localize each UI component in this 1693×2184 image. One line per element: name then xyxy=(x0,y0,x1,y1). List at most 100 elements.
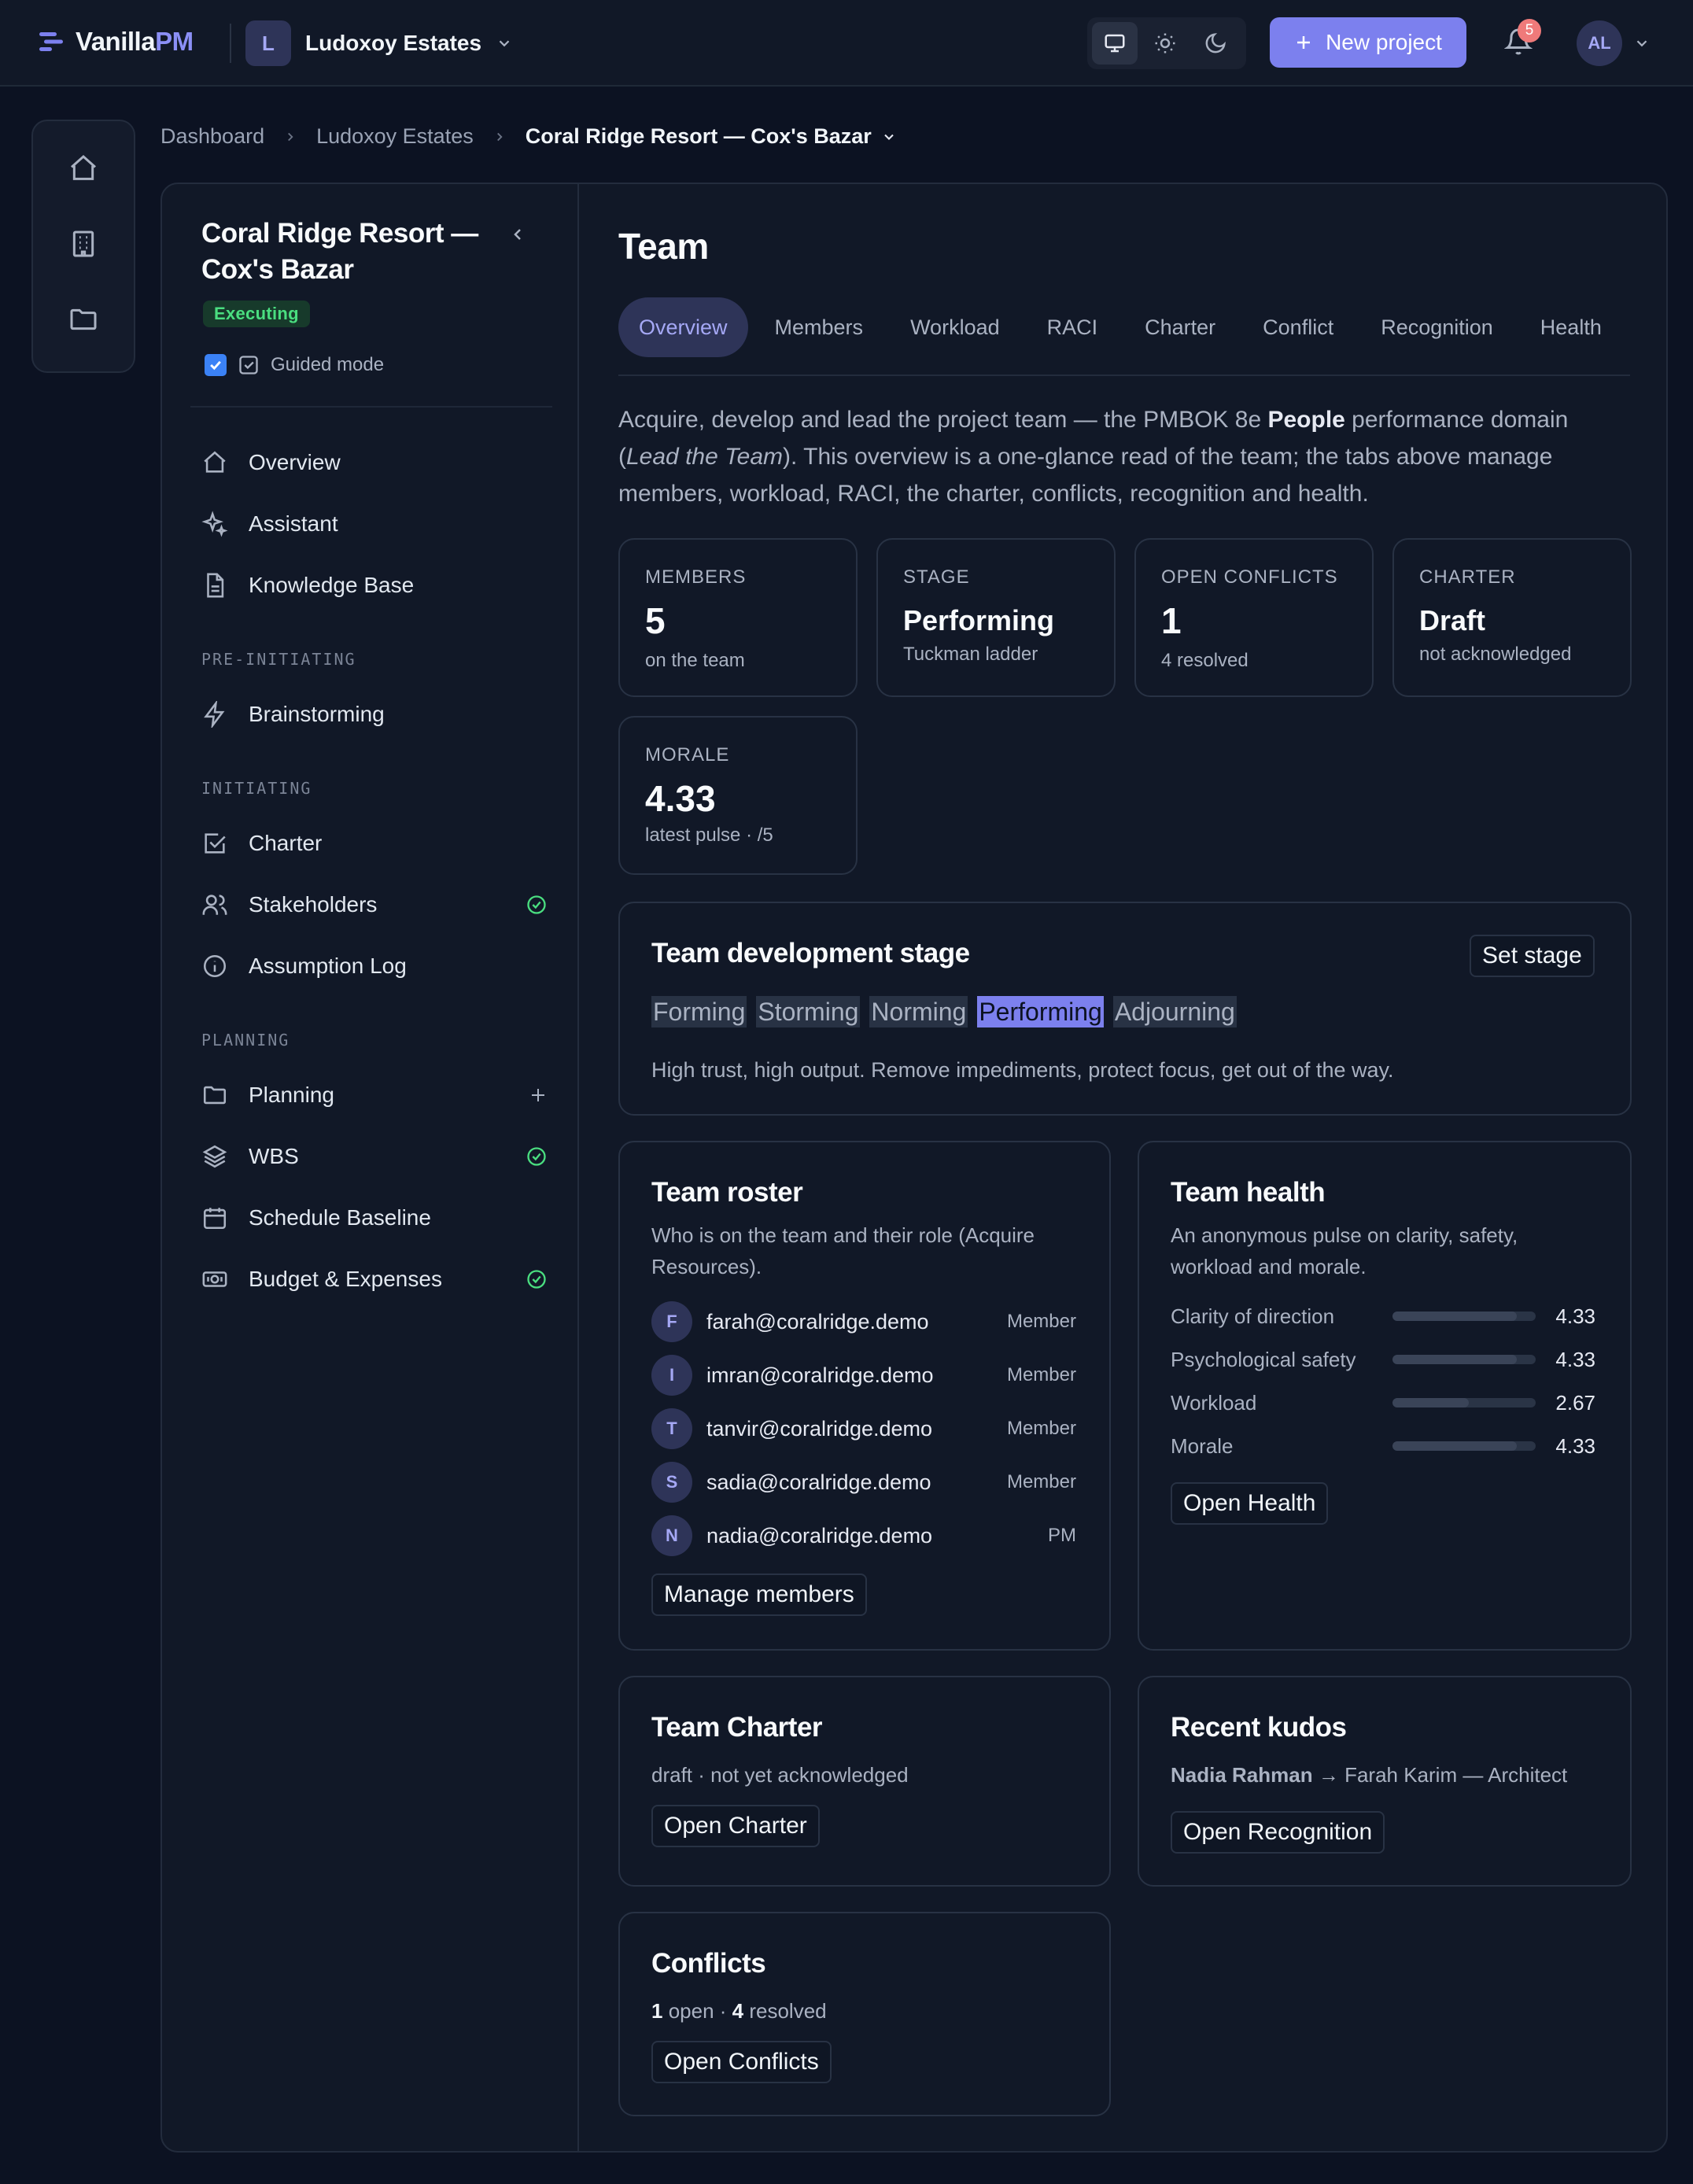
nav-item-budget-expenses[interactable]: Budget & Expenses xyxy=(201,1256,548,1303)
open-recognition-button[interactable]: Open Recognition xyxy=(1171,1811,1385,1854)
theme-dark-button[interactable] xyxy=(1193,22,1238,65)
guided-mode-label: Guided mode xyxy=(271,354,385,375)
avatar: S xyxy=(651,1462,692,1503)
card-subtitle: Who is on the team and their role (Acqui… xyxy=(651,1223,1035,1278)
tab-overview[interactable]: Overview xyxy=(618,297,748,357)
guided-mode-checkbox[interactable] xyxy=(205,354,227,376)
nav-item-brainstorming[interactable]: Brainstorming xyxy=(201,691,548,738)
nav-item-knowledge-base[interactable]: Knowledge Base xyxy=(201,562,548,609)
kpi-label: CHARTER xyxy=(1419,566,1516,588)
nav-item-charter[interactable]: Charter xyxy=(201,820,548,867)
kpi-label: OPEN CONFLICTS xyxy=(1161,566,1338,588)
nav-item-assumption-log[interactable]: Assumption Log xyxy=(201,943,548,990)
theme-light-button[interactable] xyxy=(1142,22,1188,65)
nav-item-stakeholders[interactable]: Stakeholders xyxy=(201,881,548,928)
member-email: tanvir@coralridge.demo xyxy=(706,1416,933,1441)
tab-conflict[interactable]: Conflict xyxy=(1242,297,1354,357)
tab-health[interactable]: Health xyxy=(1520,297,1622,357)
health-metric-row: Clarity of direction 4.33 xyxy=(1171,1297,1595,1336)
user-avatar: AL xyxy=(1577,20,1622,66)
team-charter-card: Team Charter draft · not yet acknowledge… xyxy=(618,1676,1111,1887)
breadcrumb-org[interactable]: Ludoxoy Estates xyxy=(316,124,474,149)
card-subtitle: draft · not yet acknowledged xyxy=(651,1763,909,1787)
chevron-down-icon xyxy=(499,40,510,47)
chevron-down-icon xyxy=(1636,40,1647,47)
check-circle-icon xyxy=(527,1270,546,1289)
kpi-sub: Tuckman ladder xyxy=(903,644,1038,665)
top-bar: VanillaPM L Ludoxoy Estates New project … xyxy=(0,0,1693,87)
set-stage-button[interactable]: Set stage xyxy=(1470,935,1595,977)
stage-storming[interactable]: Storming xyxy=(756,996,861,1027)
rail-home-button[interactable] xyxy=(68,153,99,184)
check-circle-icon xyxy=(527,1147,546,1166)
check-square-icon xyxy=(239,356,258,374)
recent-kudos-card: Recent kudos Nadia Rahman → Farah Karim … xyxy=(1138,1676,1632,1887)
section-planning: PLANNING xyxy=(201,1031,290,1050)
breadcrumb-dashboard[interactable]: Dashboard xyxy=(160,124,264,149)
section-pre-initiating: PRE-INITIATING xyxy=(201,650,356,669)
member-role: PM xyxy=(1048,1525,1076,1546)
conflicts-summary: 1 open · 4 resolved xyxy=(651,1999,827,2023)
plus-icon xyxy=(1297,36,1311,49)
project-sidebar: Coral Ridge Resort — Cox's Bazar Executi… xyxy=(162,184,579,2151)
kpi-value: 4.33 xyxy=(645,778,716,819)
calendar-icon xyxy=(203,1208,227,1230)
open-charter-button[interactable]: Open Charter xyxy=(651,1805,820,1847)
tab-raci[interactable]: RACI xyxy=(1027,297,1119,357)
document-icon xyxy=(207,573,224,598)
breadcrumb-project[interactable]: Coral Ridge Resort — Cox's Bazar xyxy=(526,124,897,149)
nav-item-assistant[interactable]: Assistant xyxy=(201,500,548,548)
org-avatar: L xyxy=(245,20,291,66)
metric-label: Psychological safety xyxy=(1171,1347,1356,1371)
member-email: farah@coralridge.demo xyxy=(706,1309,929,1334)
card-title: Team development stage xyxy=(651,938,970,968)
nav-item-wbs[interactable]: WBS xyxy=(201,1133,548,1180)
rail-projects-button[interactable] xyxy=(68,304,99,335)
stage-forming[interactable]: Forming xyxy=(651,996,747,1027)
metric-bar-fill xyxy=(1392,1398,1470,1407)
nav-item-planning[interactable]: Planning xyxy=(201,1072,548,1119)
intro-text: Acquire, develop and lead the project te… xyxy=(618,407,1569,507)
metric-bar xyxy=(1392,1441,1536,1451)
metric-bar xyxy=(1392,1355,1536,1364)
bolt-icon xyxy=(204,701,225,728)
avatar: I xyxy=(651,1355,692,1396)
stage-norming[interactable]: Norming xyxy=(869,996,968,1027)
card-title: Team roster xyxy=(651,1177,803,1208)
kpi-value: Performing xyxy=(903,604,1055,636)
tab-recognition[interactable]: Recognition xyxy=(1360,297,1514,357)
tab-members[interactable]: Members xyxy=(754,297,884,357)
collapse-sidebar-button[interactable] xyxy=(508,225,527,244)
org-switcher[interactable]: L Ludoxoy Estates xyxy=(245,20,513,66)
kpi-sub: latest pulse · /5 xyxy=(645,825,773,846)
nav-item-overview[interactable]: Overview xyxy=(201,439,548,486)
metric-bar xyxy=(1392,1312,1536,1321)
app-logo[interactable]: VanillaPM xyxy=(38,27,194,57)
health-metric-row: Morale 4.33 xyxy=(1171,1426,1595,1466)
stage-adjourning[interactable]: Adjourning xyxy=(1112,996,1237,1027)
theme-system-button[interactable] xyxy=(1092,22,1138,65)
stage-performing[interactable]: Performing xyxy=(977,996,1104,1027)
theme-toggle xyxy=(1087,17,1246,69)
tab-workload[interactable]: Workload xyxy=(890,297,1020,357)
kpi-sub: on the team xyxy=(645,650,745,671)
health-metric-row: Psychological safety 4.33 xyxy=(1171,1340,1595,1379)
guided-mode-toggle[interactable]: Guided mode xyxy=(205,354,384,376)
list-item: I imran@coralridge.demo Member xyxy=(651,1352,1076,1399)
plus-icon[interactable] xyxy=(529,1086,548,1105)
rail-organizations-button[interactable] xyxy=(68,228,99,260)
nav-item-schedule-baseline[interactable]: Schedule Baseline xyxy=(201,1194,548,1241)
open-health-button[interactable]: Open Health xyxy=(1171,1482,1329,1525)
manage-members-button[interactable]: Manage members xyxy=(651,1573,867,1616)
money-icon xyxy=(202,1271,227,1287)
kpi-charter-card: CHARTER Draft not acknowledged xyxy=(1392,538,1632,697)
metric-label: Clarity of direction xyxy=(1171,1304,1335,1328)
open-conflicts-button[interactable]: Open Conflicts xyxy=(651,2041,832,2083)
kpi-value: Draft xyxy=(1419,604,1486,636)
new-project-button[interactable]: New project xyxy=(1270,17,1466,68)
left-rail xyxy=(31,120,135,373)
metric-label: Morale xyxy=(1171,1433,1234,1458)
tab-charter[interactable]: Charter xyxy=(1124,297,1236,357)
folder-icon xyxy=(203,1086,227,1105)
user-menu[interactable]: AL xyxy=(1577,20,1651,66)
